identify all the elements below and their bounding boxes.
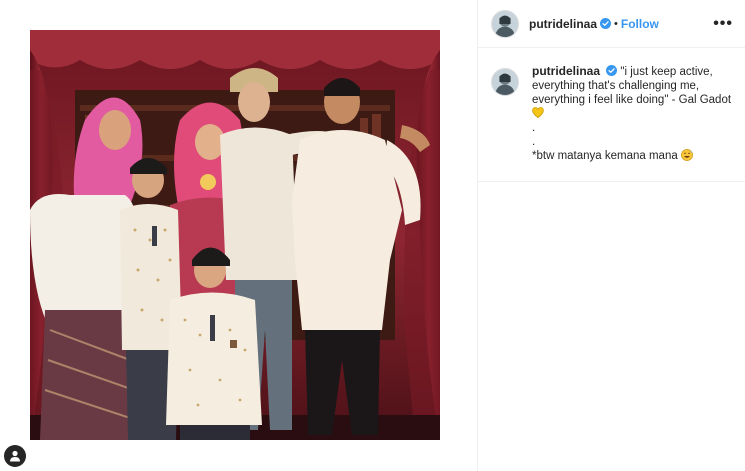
profile-user-icon[interactable] [4,445,26,467]
more-options-icon[interactable]: ••• [713,15,733,31]
follow-button[interactable]: Follow [621,17,659,31]
header-separator: • [614,17,618,30]
post-header: putridelinaa • Follow ••• [478,0,745,48]
caption-author-avatar[interactable] [491,68,519,96]
caption-dot-line: . [532,136,536,148]
caption-dot-line: . [532,122,536,134]
post-media-pane [0,0,477,471]
caption-username[interactable]: putridelinaa [532,64,600,78]
caption-note: *btw matanya kemana mana [532,150,678,162]
caption-section: putridelinaa "i just keep active, everyt… [478,48,745,182]
verified-badge-icon [600,18,612,29]
author-username[interactable]: putridelinaa [529,17,597,31]
yellow-heart-icon [532,107,544,118]
post-details-pane: putridelinaa • Follow ••• putridelinaa "… [477,0,745,471]
verified-badge-icon [606,65,618,76]
post-photo[interactable] [30,30,440,440]
caption-text: putridelinaa "i just keep active, everyt… [532,64,732,181]
grinning-sweat-emoji-icon [681,149,693,161]
author-avatar[interactable] [491,9,519,38]
avatar-image [492,10,518,37]
user-icon [10,450,20,462]
avatar-image [492,69,518,95]
family-photo-illustration [30,30,440,440]
